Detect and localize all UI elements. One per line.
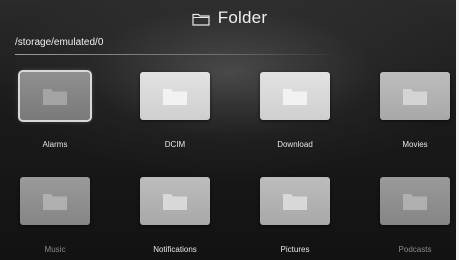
folder-label: Pictures (280, 245, 310, 254)
folder-thumbnail (380, 72, 450, 120)
folder-item-notifications[interactable]: Notifications (132, 177, 218, 254)
header: Folder (0, 6, 459, 30)
folder-label: Download (277, 140, 313, 149)
file-browser-screen: Folder /storage/emulated/0 Alarms DCIM D… (0, 0, 459, 260)
folder-label: Podcasts (398, 245, 432, 254)
folder-thumbnail (380, 177, 450, 225)
folder-thumbnail (140, 177, 210, 225)
folder-icon (403, 194, 427, 210)
folder-icon (43, 89, 67, 105)
folder-item-download[interactable]: Download (252, 72, 338, 149)
folder-label: Movies (402, 140, 428, 149)
folder-outline-icon (192, 13, 210, 26)
current-path: /storage/emulated/0 (15, 37, 104, 48)
folder-item-dcim[interactable]: DCIM (132, 72, 218, 149)
folder-thumbnail (260, 72, 330, 120)
folder-thumbnail (18, 70, 92, 122)
folder-item-music[interactable]: Music (12, 177, 98, 254)
page-title: Folder (217, 8, 268, 27)
folder-item-movies[interactable]: Movies (372, 72, 458, 149)
folder-icon (163, 89, 187, 105)
folder-icon (403, 89, 427, 105)
folder-label: Music (44, 245, 66, 254)
folder-label: DCIM (164, 140, 186, 149)
folder-item-alarms[interactable]: Alarms (12, 70, 98, 149)
folder-icon (43, 194, 67, 210)
folder-thumbnail (140, 72, 210, 120)
path-divider (15, 54, 345, 55)
folder-icon (163, 194, 187, 210)
folder-label: Alarms (42, 140, 68, 149)
folder-item-pictures[interactable]: Pictures (252, 177, 338, 254)
folder-thumbnail (260, 177, 330, 225)
folder-label: Notifications (153, 245, 197, 254)
folder-icon (283, 89, 307, 105)
folder-thumbnail (20, 177, 90, 225)
folder-icon (283, 194, 307, 210)
folder-item-podcasts[interactable]: Podcasts (372, 177, 458, 254)
